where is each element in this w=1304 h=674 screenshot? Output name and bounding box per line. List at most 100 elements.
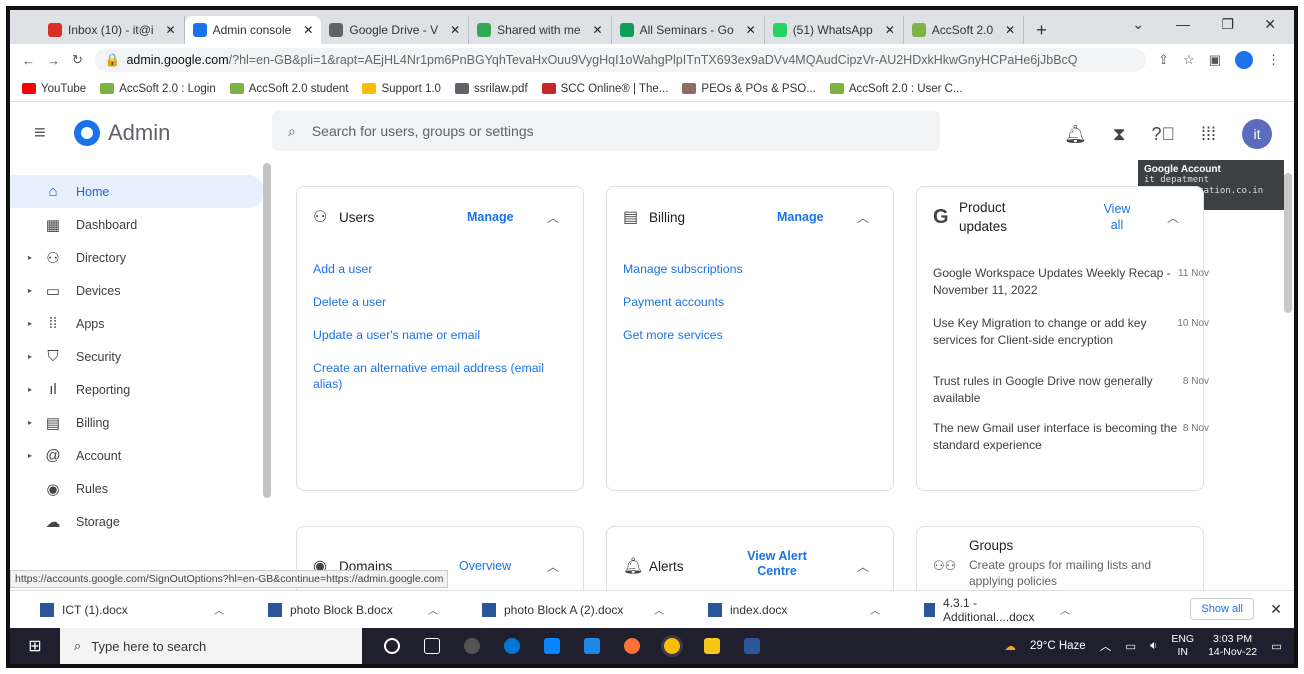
language-indicator[interactable]: ENG IN [1171,633,1194,659]
close-tab-icon[interactable]: ✕ [450,23,460,37]
expand-caret-icon[interactable]: ▸ [10,451,38,460]
task-view-icon[interactable] [424,638,440,654]
expand-caret-icon[interactable]: ▸ [10,286,38,295]
sidebar-item-billing[interactable]: ▸ ▤ Billing [10,406,268,439]
cortana-icon[interactable] [384,638,400,654]
apps-grid-icon[interactable]: ⁞⁞⁞ [1201,124,1216,145]
download-options-chevron-icon[interactable]: ︿ [214,602,224,617]
bookmark-item[interactable]: SCC Online® | The... [541,83,668,95]
expand-caret-icon[interactable]: ▸ [10,352,38,361]
download-options-chevron-icon[interactable]: ︿ [870,602,880,617]
expand-caret-icon[interactable]: ▸ [10,418,38,427]
bookmark-item[interactable]: ssrilaw.pdf [454,83,528,95]
users-manage-link[interactable]: Manage [467,210,514,224]
collapse-chevron-icon[interactable]: ︿ [547,558,559,575]
steam-icon[interactable] [464,638,480,654]
close-tab-icon[interactable]: ✕ [1005,23,1015,37]
browser-tab[interactable]: Google Drive - V ✕ [321,16,470,44]
download-item[interactable]: photo Block B.docx ︿ [238,591,452,628]
bookmark-item[interactable]: Support 1.0 [362,83,441,95]
sidebar-item-reporting[interactable]: ▸ ıl Reporting [10,373,268,406]
sidebar-item-security[interactable]: ▸ ⛉ Security [10,340,268,373]
close-window-icon[interactable]: ✕ [1264,16,1276,33]
card-link[interactable]: Manage subscriptions [623,261,883,277]
new-tab-button[interactable]: + [1024,16,1059,44]
sidebar-item-dashboard[interactable]: ▦ Dashboard [10,208,268,241]
windows-start-icon[interactable]: ⊞ [10,636,60,656]
browser-tab[interactable]: Shared with me ✕ [469,16,612,44]
volume-icon[interactable]: 🔉︎ [1150,640,1157,653]
share-icon[interactable]: ⇪ [1158,52,1169,68]
minimize-icon[interactable]: — [1176,16,1190,32]
notification-center-icon[interactable]: ▭ [1271,639,1282,653]
card-link[interactable]: Update a user's name or email [313,327,573,343]
view-alert-centre-link[interactable]: View Alert Centre [737,549,817,579]
download-options-chevron-icon[interactable]: ︿ [428,602,438,617]
expand-caret-icon[interactable]: ▸ [10,385,38,394]
collapse-chevron-icon[interactable]: ︿ [857,209,869,226]
tray-chevron-icon[interactable]: ︿ [1100,638,1112,654]
sidepanel-icon[interactable]: ▣ [1209,52,1221,68]
update-item[interactable]: Use Key Migration to change or add key s… [933,315,1209,349]
forward-icon[interactable]: → [47,53,60,68]
download-item[interactable]: index.docx ︿ [678,591,894,628]
update-item[interactable]: The new Gmail user interface is becoming… [933,420,1209,454]
account-avatar[interactable]: it [1242,119,1272,149]
sidebar-item-rules[interactable]: ◉ Rules [10,472,268,505]
sidebar-item-home[interactable]: ⌂ Home [10,175,264,208]
bookmark-star-icon[interactable]: ☆ [1183,52,1195,68]
billing-manage-link[interactable]: Manage [777,210,824,224]
card-link[interactable]: Delete a user [313,294,573,310]
mail-icon[interactable] [584,638,600,654]
store-icon[interactable] [544,638,560,654]
firefox-icon[interactable] [624,638,640,654]
card-link[interactable]: Payment accounts [623,294,883,310]
help-icon[interactable]: ?⃝ [1151,124,1175,145]
file-explorer-icon[interactable] [704,638,720,654]
bookmark-item[interactable]: AccSoft 2.0 : Login [100,83,216,95]
tasks-hourglass-icon[interactable]: ⧗ [1113,124,1126,145]
reload-icon[interactable]: ↻ [72,52,83,68]
browser-tab[interactable]: All Seminars - Go ✕ [612,16,765,44]
sidebar-item-storage[interactable]: ☁ Storage [10,505,268,538]
sidebar-item-account[interactable]: ▸ @ Account [10,439,268,472]
download-item[interactable]: photo Block A (2).docx ︿ [452,591,678,628]
bookmark-item[interactable]: AccSoft 2.0 student [229,83,348,95]
admin-logo[interactable]: Admin [74,120,170,146]
close-tab-icon[interactable]: ✕ [885,23,895,37]
browser-tab[interactable]: AccSoft 2.0 ✕ [904,16,1025,44]
restore-icon[interactable]: ❐ [1221,16,1234,33]
profile-icon[interactable] [1235,51,1253,69]
network-icon[interactable]: ▭ [1125,639,1136,653]
bookmark-item[interactable]: YouTube [22,83,86,95]
download-options-chevron-icon[interactable]: ︿ [1060,602,1070,617]
view-all-link[interactable]: View all [1097,201,1137,233]
sidebar-item-directory[interactable]: ▸ ⚇ Directory [10,241,268,274]
show-all-button[interactable]: Show all [1190,598,1254,620]
download-item[interactable]: ICT (1).docx ︿ [10,591,238,628]
search-input[interactable]: ⌕ Search for users, groups or settings [272,111,940,151]
bookmark-item[interactable]: AccSoft 2.0 : User C... [829,83,963,95]
collapse-chevron-icon[interactable]: ︿ [857,558,869,575]
browser-tab[interactable]: (51) WhatsApp ✕ [765,16,904,44]
download-item[interactable]: 4.3.1 - Additional....docx ︿ [894,591,1084,628]
notifications-icon[interactable]: 🔔︎ [1064,124,1087,145]
taskbar-search-input[interactable]: ⌕ Type here to search [60,628,362,664]
card-link[interactable]: Add a user [313,261,573,277]
update-item[interactable]: Trust rules in Google Drive now generall… [933,373,1209,407]
back-icon[interactable]: ← [22,53,35,68]
edge-icon[interactable] [504,638,520,654]
browser-menu-icon[interactable]: ⋮ [1267,52,1280,68]
close-tab-icon[interactable]: ✕ [746,23,756,37]
collapse-chevron-icon[interactable]: ︿ [1167,209,1179,226]
main-menu-icon[interactable]: ≡ [34,122,56,145]
expand-caret-icon[interactable]: ▸ [10,253,38,262]
sidebar-scrollbar[interactable] [263,163,271,498]
expand-caret-icon[interactable]: ▸ [10,319,38,328]
browser-tab[interactable]: Inbox (10) - it@i ✕ [40,16,185,44]
close-tab-icon[interactable]: ✕ [593,23,603,37]
close-tab-icon[interactable]: ✕ [303,23,313,37]
page-scrollbar[interactable] [1284,173,1292,313]
sidebar-item-apps[interactable]: ▸ ⁞⁞ Apps [10,307,268,340]
close-tab-icon[interactable]: ✕ [166,23,176,37]
